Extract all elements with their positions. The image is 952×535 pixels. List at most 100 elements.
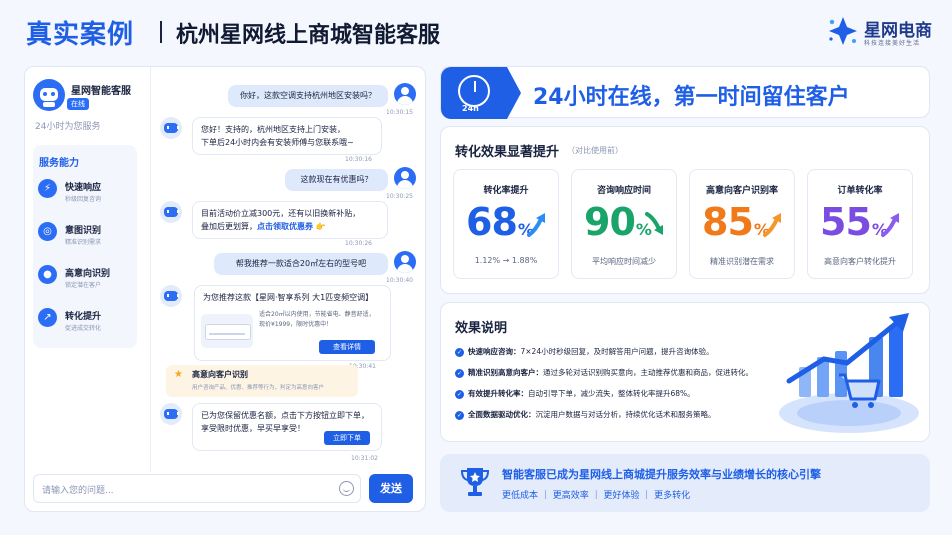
status-badge: 在线 xyxy=(67,98,89,110)
alert-desc: 用户咨询产品、优惠、推荐等行为，判定为高意向客户 xyxy=(192,385,325,391)
effect-label: 有效提升转化率： xyxy=(468,389,528,398)
ability-fast-response: ⚡ 快速响应 秒级回复咨询 xyxy=(38,177,134,215)
page-header: 真实案例 杭州星网线上商城智能客服 星网电商 科技连接美好生活 xyxy=(0,0,952,62)
alert-title: 高意向客户识别 xyxy=(192,370,248,379)
effect-text: 通过多轮对话识别购买意向，主动推荐优惠和商品，促进转化。 xyxy=(543,368,753,377)
online-banner: 24h 24小时在线，第一时间留住客户 xyxy=(440,66,930,119)
ability-name: 高意向识别 xyxy=(65,269,111,279)
stats-panel: 转化效果显著提升 （对比使用前） 转化率提升 68% 1.12% → 1.88%… xyxy=(440,126,930,294)
message-time: 10:31:02 xyxy=(351,455,378,462)
user-avatar xyxy=(394,83,416,105)
stat-name: 高意向客户识别率 xyxy=(705,186,778,196)
effects-title: 效果说明 xyxy=(455,321,508,336)
effect-item: ✓ 有效提升转化率：自动引导下单，减少流失，整体转化率提升68%。 xyxy=(455,388,695,399)
product-desc-line: 适合20㎡以内使用，节能省电、静音舒适， xyxy=(259,311,375,318)
user-message: 这款现在有优惠吗？ xyxy=(285,169,388,191)
bot-avatar-icon xyxy=(33,79,65,111)
service-note: 24小时为您服务 xyxy=(35,122,101,132)
ability-high-intent: ● 高意向识别 锁定潜在客户 xyxy=(38,263,134,301)
message-time: 10:30:16 xyxy=(345,156,372,163)
effect-item: ✓ 精准识别高意向客户：通过多轮对话识别购买意向，主动推荐优惠和商品，促进转化。 xyxy=(455,367,753,378)
check-icon: ✓ xyxy=(455,368,464,378)
message-input[interactable]: 请输入您的问题... xyxy=(33,474,361,503)
stat-name: 咨询响应时间 xyxy=(596,186,651,196)
section-title: 真实案例 xyxy=(26,20,135,50)
product-desc: 适合20㎡以内使用，节能省电、静音舒适， 现价¥1999，限时优惠中！ xyxy=(259,310,387,330)
bot-avatar xyxy=(160,403,182,425)
stats-title: 转化效果显著提升 xyxy=(455,145,560,160)
ability-desc: 精准识别需求 xyxy=(65,239,102,246)
clock-24h-icon: 24h xyxy=(441,67,521,119)
product-desc-line: 现价¥1999，限时优惠中！ xyxy=(259,321,333,328)
star-icon: ★ xyxy=(174,369,183,380)
effect-text: 自动引导下单，减少流失，整体转化率提升68%。 xyxy=(528,389,695,398)
ability-name: 转化提升 xyxy=(65,312,102,322)
message-list[interactable]: 你好，这款空调支持杭州地区安装吗？ 10:30:15 您好！支持的，杭州地区支持… xyxy=(152,67,427,472)
star-network-icon xyxy=(829,17,857,45)
effect-item: ✓ 快速响应咨询：7×24小时秒级回复，及时解答用户问题，提升咨询体验。 xyxy=(455,346,714,357)
message-line: 您好！支持的，杭州地区支持上门安装， xyxy=(201,125,345,134)
brand-logo: 星网电商 科技连接美好生活 xyxy=(826,14,946,50)
stat-desc: 高意向客户转化提升 xyxy=(824,257,896,266)
effects-panel: 效果说明 ✓ 快速响应咨询：7×24小时秒级回复，及时解答用户问题，提升咨询体验。… xyxy=(440,302,930,442)
buy-now-button[interactable]: 立即下单 xyxy=(324,431,370,445)
bot-avatar xyxy=(160,117,182,139)
stat-value: 85% xyxy=(702,200,770,244)
check-icon: ✓ xyxy=(455,410,464,420)
user-avatar xyxy=(394,167,416,189)
high-intent-alert: ★ 高意向客户识别 用户咨询产品、优惠、推荐等行为，判定为高意向客户 xyxy=(166,365,358,397)
message-time: 10:30:26 xyxy=(345,240,372,247)
summary-tags: 更低成本 ｜ 更高效率 ｜ 更好体验 ｜ 更多转化 xyxy=(502,491,691,501)
effect-item: ✓ 全面数据驱动优化：沉淀用户数据与对话分析，持续优化话术和服务策略。 xyxy=(455,409,716,420)
stat-value: 68% xyxy=(466,200,534,244)
view-details-button[interactable]: 查看详情 xyxy=(319,340,375,354)
growth-cart-illustration xyxy=(779,313,919,433)
stat-card-response-time: 咨询响应时间 90% 平均响应时间减少 xyxy=(571,169,677,279)
effect-label: 精准识别高意向客户： xyxy=(468,368,543,377)
arrow-up-icon xyxy=(881,213,899,237)
stat-value: 55% xyxy=(820,200,888,244)
ability-desc: 促进成交转化 xyxy=(65,325,102,332)
clock-icon xyxy=(458,75,490,107)
user-avatar xyxy=(394,251,416,273)
user-message: 帮我推荐一款适合20㎡左右的型号吧 xyxy=(214,253,388,275)
emoji-icon[interactable] xyxy=(339,481,354,496)
growth-chart-icon: ↗ xyxy=(38,308,57,327)
bot-message: 您好！支持的，杭州地区支持上门安装， 下单后24小时内会有安装师傅与您联系哦~ xyxy=(192,117,382,155)
check-icon: ✓ xyxy=(455,347,464,357)
stat-name: 转化率提升 xyxy=(483,186,529,196)
user-message: 你好，这款空调支持杭州地区安装吗？ xyxy=(228,85,388,107)
message-time: 10:30:15 xyxy=(386,109,413,116)
message-line: 目前活动价立减300元，还有以旧换新补贴， xyxy=(201,209,361,218)
user-icon: ● xyxy=(38,265,57,284)
message-time: 10:30:40 xyxy=(386,277,413,284)
title-divider xyxy=(160,21,162,43)
stat-number: 55 xyxy=(820,200,872,244)
ability-name: 快速响应 xyxy=(65,183,102,193)
ability-desc: 锁定潜在客户 xyxy=(65,282,102,289)
stat-number: 90 xyxy=(584,200,636,244)
banner-text: 24小时在线，第一时间留住客户 xyxy=(533,85,850,110)
effect-text: 7×24小时秒级回复，及时解答用户问题，提升咨询体验。 xyxy=(520,347,714,356)
stat-value: 90% xyxy=(584,200,652,244)
stat-desc: 1.12% → 1.88% xyxy=(474,256,538,265)
arrow-down-icon xyxy=(645,212,663,235)
chat-window: 星网智能客服 在线 24小时为您服务 服务能力 ⚡ 快速响应 秒级回复咨询 ◎ … xyxy=(24,66,426,512)
badge-24h: 24h xyxy=(462,104,479,113)
bot-avatar xyxy=(160,285,182,307)
check-icon: ✓ xyxy=(455,389,464,399)
coupon-link[interactable]: 点击领取优惠券 xyxy=(257,222,313,231)
effect-label: 快速响应咨询： xyxy=(468,347,521,356)
target-icon: ◎ xyxy=(38,222,57,241)
stat-desc: 精准识别潜在需求 xyxy=(710,257,774,266)
send-button[interactable]: 发送 xyxy=(369,474,413,503)
message-line: 已为您保留优惠名额，点击下方按钮立即下单， xyxy=(201,411,369,420)
bot-avatar xyxy=(160,201,182,223)
stat-card-order-conversion: 订单转化率 55% 高意向客户转化提升 xyxy=(807,169,913,279)
abilities-panel: 服务能力 ⚡ 快速响应 秒级回复咨询 ◎ 意图识别 精准识别需求 ● 高意向识别… xyxy=(33,145,137,348)
chat-sidebar: 星网智能客服 在线 24小时为您服务 服务能力 ⚡ 快速响应 秒级回复咨询 ◎ … xyxy=(25,67,151,472)
summary-banner: 智能客服已成为星网线上商城提升服务效率与业绩增长的核心引擎 更低成本 ｜ 更高效… xyxy=(440,454,930,512)
bot-message: 目前活动价立减300元，还有以旧换新补贴， 叠加后更划算，点击领取优惠券 👉 xyxy=(192,201,388,239)
message-time: 10:30:25 xyxy=(386,193,413,200)
product-title: 为您推荐这款【星网·智享系列 大1匹变频空调】 xyxy=(203,293,374,302)
